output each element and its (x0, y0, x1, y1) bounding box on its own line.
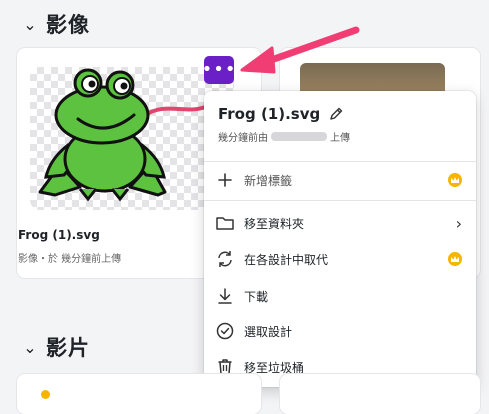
chevron-down-icon: ⌄ (23, 337, 37, 357)
menu-divider (204, 200, 476, 201)
crown-icon (448, 252, 462, 266)
plus-icon (215, 170, 235, 190)
chevron-right-icon: › (455, 213, 462, 233)
menu-item-download[interactable]: 下載 (204, 280, 476, 312)
menu-item-add-tag[interactable]: 新增標籤 (204, 164, 476, 196)
replace-icon (215, 249, 235, 269)
video-thumbnail-dot (41, 390, 50, 399)
menu-title-row[interactable]: Frog (1).svg (218, 105, 344, 123)
redacted-user (271, 132, 327, 141)
subtitle-prefix: 幾分鐘前由 (218, 133, 268, 144)
pencil-icon[interactable] (328, 106, 344, 122)
video-card[interactable] (17, 374, 261, 414)
video-card[interactable] (280, 374, 480, 414)
menu-item-label: 新增標籤 (244, 173, 293, 188)
menu-item-label: 移至垃圾桶 (244, 360, 305, 375)
pointer-arrow (240, 26, 360, 74)
menu-item-label: 下載 (244, 289, 269, 304)
check-circle-icon (215, 321, 235, 341)
menu-item-select-designs[interactable]: 選取設計 (204, 315, 476, 347)
menu-item-replace-in-designs[interactable]: 在各設計中取代 (204, 243, 476, 275)
menu-item-label: 移至資料夾 (244, 216, 305, 231)
context-menu: Frog (1).svg 幾分鐘前由 上傳 新增標籤 移至資料夾 › 在各設計中… (204, 91, 476, 387)
images-section-title: 影像 (46, 13, 90, 37)
file-meta: 影像・於 幾分鐘前上傳 (18, 254, 122, 265)
menu-subtitle: 幾分鐘前由 上傳 (218, 129, 350, 144)
download-icon (215, 286, 235, 306)
file-name: Frog (1).svg (18, 228, 100, 242)
chevron-down-icon: ⌄ (23, 14, 37, 34)
crown-icon (448, 173, 462, 187)
videos-section-title: 影片 (46, 336, 90, 360)
menu-item-label: 選取設計 (244, 324, 293, 339)
menu-file-name: Frog (1).svg (218, 105, 321, 123)
images-section-header[interactable]: ⌄ 影像 (22, 9, 90, 39)
videos-section-header[interactable]: ⌄ 影片 (22, 332, 90, 362)
menu-item-label: 在各設計中取代 (244, 252, 329, 267)
folder-icon (215, 213, 235, 233)
menu-item-move-to-folder[interactable]: 移至資料夾 › (204, 207, 476, 239)
more-options-button[interactable]: ••• (202, 56, 235, 84)
menu-divider (204, 161, 476, 162)
subtitle-suffix: 上傳 (330, 133, 350, 144)
